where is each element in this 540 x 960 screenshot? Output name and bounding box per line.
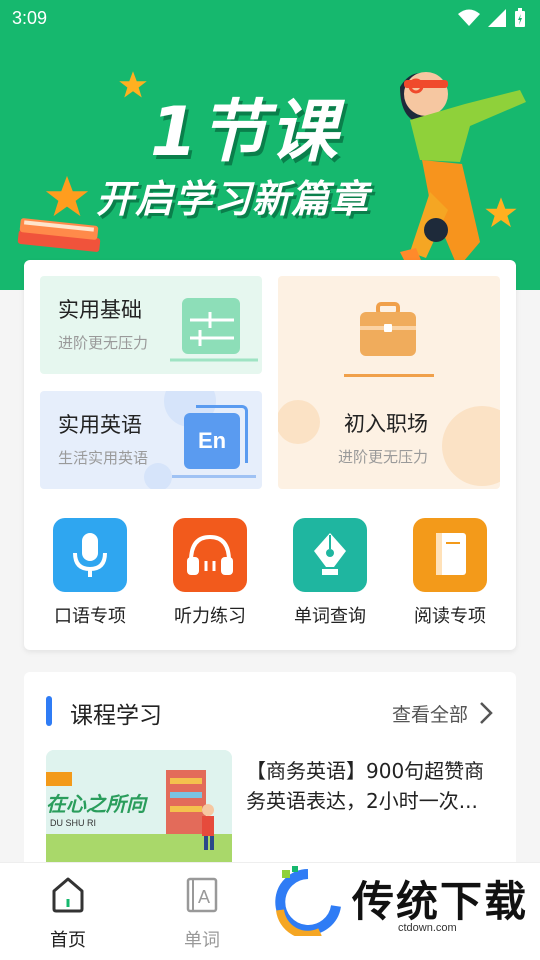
thumbnail-subtitle: DU SHU RI [50, 818, 97, 828]
course-item-title[interactable]: 【商务英语】900句超赞商务英语表达，2小时一次... [246, 756, 502, 816]
word-card-icon: A [186, 877, 218, 913]
feature-row: 口语专项 听力练习 单词查询 阅读专项 [24, 518, 516, 628]
category-card: 实用基础 进阶更无压力 实用英语 生活实用英语 En 初入职场 进阶更无压力 口… [24, 260, 516, 650]
section-title: 课程学习 [70, 703, 162, 729]
divider [172, 475, 256, 478]
feature-label: 单词查询 [294, 606, 366, 627]
tile-subtitle: 生活实用英语 [58, 449, 149, 467]
thumbnail-title: 在心之所向 [46, 792, 146, 816]
section-accent-bar [46, 696, 52, 726]
divider [344, 374, 434, 377]
feature-label: 阅读专项 [414, 606, 486, 627]
signal-icon [488, 9, 506, 27]
nav-label: 首页 [50, 930, 86, 951]
star-icon [119, 71, 147, 98]
status-time: 3:09 [12, 8, 48, 28]
tile-title: 实用英语 [58, 413, 142, 437]
watermark: 传统下载 ctdown.com [268, 862, 528, 942]
feature-listening[interactable]: 听力练习 [160, 518, 260, 628]
pen-nib-icon [314, 533, 346, 575]
tile-career-start[interactable]: 初入职场 进阶更无压力 [278, 276, 500, 489]
feature-reading[interactable]: 阅读专项 [400, 518, 500, 628]
books-illustration [17, 218, 101, 252]
feature-label: 口语专项 [54, 606, 126, 627]
student-illustration [400, 72, 526, 288]
watermark-text: 传统下载 [352, 877, 529, 926]
banner-title: 1节课 [150, 93, 340, 172]
microphone-icon [73, 533, 107, 577]
course-section: 课程学习 查看全部 在心之所向 DU SHU RI 【商务英语】900句超赞商务… [24, 672, 516, 872]
svg-text:A: A [198, 887, 210, 907]
chevron-right-icon[interactable] [478, 700, 494, 726]
feature-speaking[interactable]: 口语专项 [40, 518, 140, 628]
feature-label: 听力练习 [174, 606, 246, 627]
headphones-icon [187, 534, 233, 575]
book-icon [436, 533, 466, 575]
tile-title: 实用基础 [58, 298, 142, 322]
home-icon [52, 877, 84, 913]
promo-banner[interactable]: 1节课 开启学习新篇章 [0, 36, 540, 290]
sliders-icon [170, 298, 258, 362]
briefcase-icon [360, 302, 416, 356]
watermark-url: ctdown.com [398, 922, 457, 934]
nav-label: 单词 [184, 930, 220, 951]
banner-subtitle: 开启学习新篇章 [96, 177, 370, 221]
watermark-logo [275, 866, 341, 936]
tile-practical-english[interactable]: 实用英语 生活实用英语 En [40, 391, 262, 489]
tile-subtitle: 进阶更无压力 [338, 448, 429, 466]
tile-practical-basics[interactable]: 实用基础 进阶更无压力 [40, 276, 262, 374]
course-thumbnail[interactable]: 在心之所向 DU SHU RI [46, 750, 232, 870]
tile-title: 初入职场 [344, 412, 428, 436]
en-icon-frame [196, 405, 248, 463]
nav-home[interactable]: 首页 [28, 875, 108, 952]
tile-subtitle: 进阶更无压力 [58, 334, 149, 352]
nav-words[interactable]: A 单词 [162, 875, 242, 952]
battery-icon [515, 8, 525, 27]
view-all-link[interactable]: 查看全部 [392, 700, 468, 727]
top-banner-area: 3:09 1节课 开启学习新篇章 [0, 0, 540, 290]
wifi-icon [458, 9, 480, 26]
feature-word-lookup[interactable]: 单词查询 [280, 518, 380, 628]
status-bar: 3:09 [0, 0, 540, 36]
